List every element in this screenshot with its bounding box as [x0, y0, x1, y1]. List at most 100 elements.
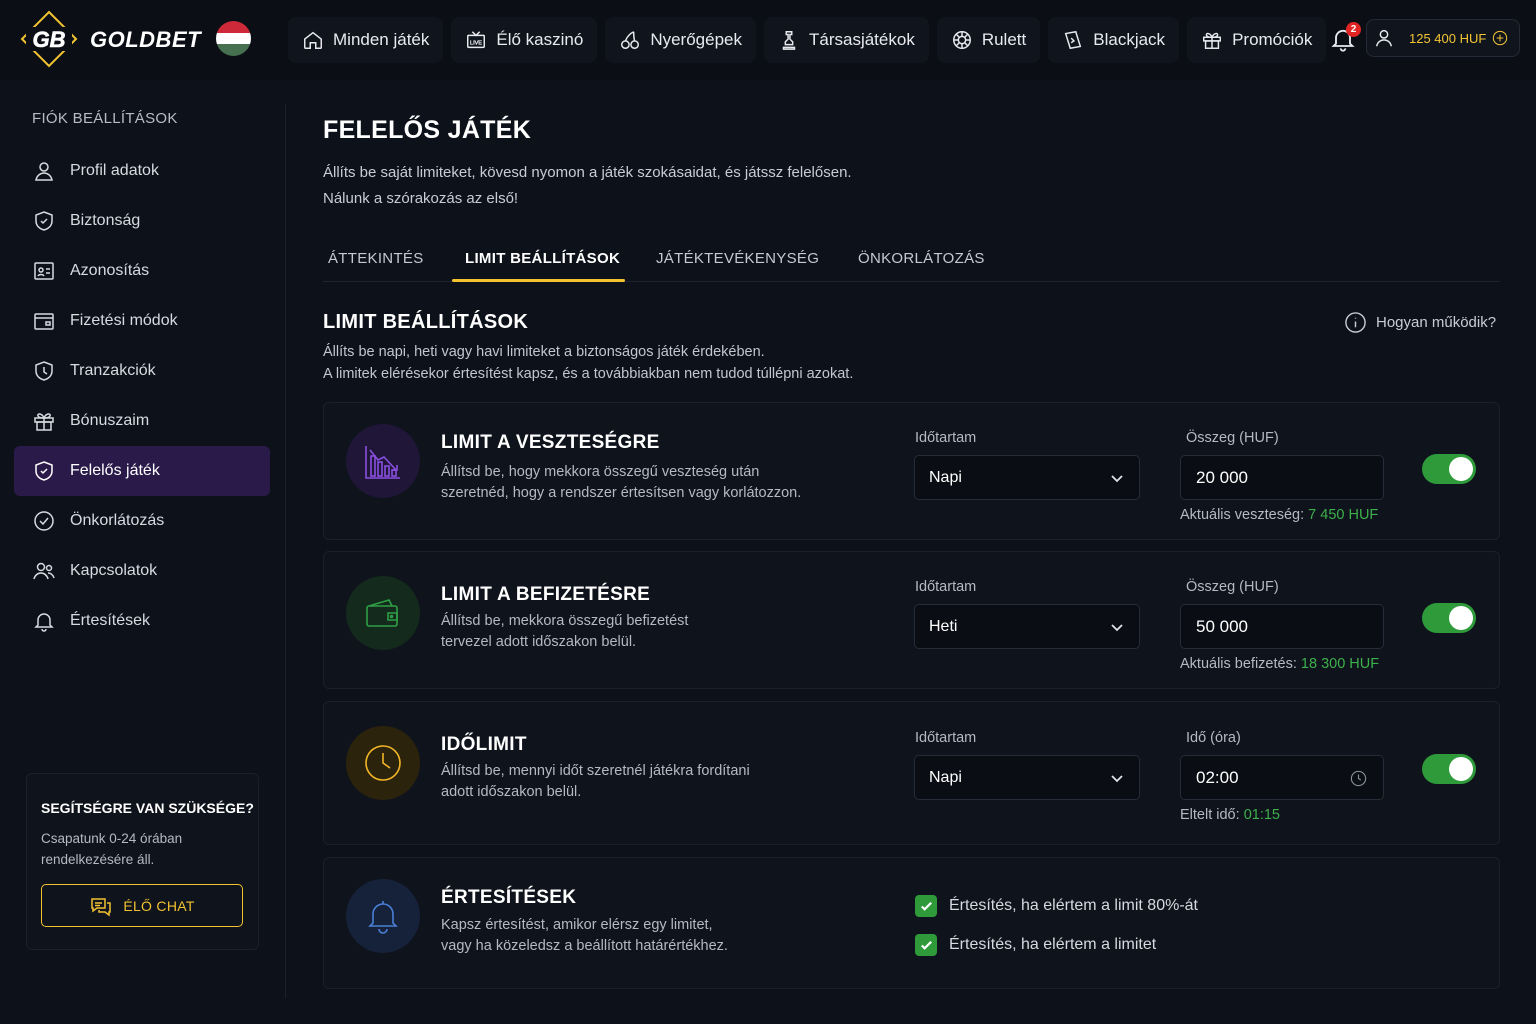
- deposit-limit-toggle[interactable]: [1422, 603, 1476, 633]
- sidebar-item-label: Kapcsolatok: [70, 562, 158, 579]
- svg-text:LIVE: LIVE: [470, 41, 482, 47]
- notifications-title: ÉRTESÍTÉSEK: [441, 887, 577, 908]
- sidebar-item-security[interactable]: Biztonság: [14, 196, 270, 246]
- notifications-card: ÉRTESÍTÉSEK Kapsz értesítést, amikor elé…: [323, 857, 1500, 989]
- nav-blackjack[interactable]: Blackjack: [1048, 17, 1180, 63]
- account-balance-button[interactable]: 125 400 HUF: [1366, 19, 1520, 57]
- sidebar-item-contacts[interactable]: Kapcsolatok: [14, 546, 270, 596]
- deposit-amount-input[interactable]: 50 000: [1180, 604, 1384, 649]
- notify-80-percent-checkbox[interactable]: [915, 895, 937, 917]
- users-icon: [33, 562, 55, 580]
- loss-amount-input[interactable]: 20 000: [1180, 455, 1384, 500]
- time-limit-card: IDŐLIMIT Állítsd be, mennyi időt szeretn…: [323, 701, 1500, 845]
- wallet-icon: [346, 576, 420, 650]
- time-period-value: Napi: [929, 768, 962, 786]
- tab-gaming-activity[interactable]: JÁTÉKTEVÉKENYSÉG: [656, 250, 819, 267]
- tv-icon: LIVE: [467, 31, 486, 49]
- time-limit-toggle[interactable]: [1422, 754, 1476, 784]
- notification-badge: 2: [1346, 22, 1361, 37]
- notify-limit-reached-checkbox[interactable]: [915, 934, 937, 956]
- nav-all-games[interactable]: Minden játék: [288, 17, 444, 63]
- chat-icon: [91, 897, 112, 916]
- sidebar-item-self-exclusion[interactable]: Önkorlátozás: [14, 496, 270, 546]
- time-desc-line1: Állítsd be, mennyi időt szeretnél játékr…: [441, 763, 750, 779]
- nav-label: Promóciók: [1232, 30, 1313, 49]
- brand-logo[interactable]: GB GOLDBET: [20, 10, 201, 68]
- section-description: Állíts be napi, heti vagy havi limiteket…: [323, 341, 853, 385]
- sidebar-item-identification[interactable]: Azonosítás: [14, 246, 270, 296]
- sidebar-item-bonuses[interactable]: Bónuszaim: [14, 396, 270, 446]
- sidebar-item-payment-methods[interactable]: Fizetési módok: [14, 296, 270, 346]
- svg-text:GB: GB: [33, 27, 66, 52]
- nav-promotions[interactable]: Promóciók: [1187, 17, 1327, 63]
- clock-icon[interactable]: [1349, 769, 1368, 788]
- notifications-description: Kapsz értesítést, amikor elérsz egy limi…: [441, 915, 831, 957]
- deposit-current-value: 18 300 HUF: [1300, 656, 1380, 672]
- page-subtitle-line2: Nálunk a szórakozás az első!: [323, 190, 519, 207]
- section-desc-line1: Állíts be napi, heti vagy havi limiteket…: [323, 344, 765, 360]
- chevron-down-icon: [1111, 475, 1123, 483]
- live-chat-label: ÉLŐ CHAT: [123, 897, 195, 914]
- clock-shield-icon: [35, 361, 53, 381]
- balance-amount: 125 400 HUF: [1409, 30, 1487, 46]
- how-it-works-link[interactable]: Hogyan működik?: [1344, 311, 1496, 334]
- check-circle-icon: [34, 511, 54, 531]
- notify-80-percent-label: Értesítés, ha elértem a limit 80%-át: [949, 897, 1198, 914]
- sidebar-item-responsible-gaming[interactable]: Felelős játék: [14, 446, 270, 496]
- loss-desc-line2: szeretnéd, hogy a rendszer értesítsen va…: [441, 485, 802, 501]
- sidebar-item-label: Bónuszaim: [70, 412, 150, 429]
- tab-overview[interactable]: ÁTTEKINTÉS: [328, 250, 424, 267]
- notify-limit-reached-option[interactable]: Értesítés, ha elértem a limitet: [915, 934, 1156, 956]
- sidebar-item-transactions[interactable]: Tranzakciók: [14, 346, 270, 396]
- notify-80-percent-option[interactable]: Értesítés, ha elértem a limit 80%-át: [915, 895, 1198, 917]
- page-subtitle: Állíts be saját limiteket, kövesd nyomon…: [323, 160, 852, 212]
- page-title: FELELŐS JÁTÉK: [323, 116, 532, 144]
- loss-current-meta: Aktuális veszteség: 7 450 HUF: [1180, 507, 1378, 523]
- shield-check-icon: [35, 461, 53, 481]
- home-icon: [304, 31, 322, 49]
- hungary-flag-icon[interactable]: [216, 21, 251, 56]
- deposit-limit-description: Állítsd be, mekkora összegű befizetést t…: [441, 611, 831, 653]
- nav-slots[interactable]: Nyerőgépek: [605, 17, 756, 63]
- section-title: LIMIT BEÁLLÍTÁSOK: [323, 311, 529, 333]
- top-bar: GB GOLDBET Minden játék LIVE Élő kaszinó…: [0, 0, 1536, 80]
- nav-roulette[interactable]: Rulett: [936, 17, 1041, 63]
- time-elapsed-value: 01:15: [1243, 807, 1280, 823]
- notifications-button[interactable]: 2: [1326, 22, 1361, 56]
- nav-table-games[interactable]: Társasjátékok: [764, 17, 929, 63]
- live-chat-button[interactable]: ÉLŐ CHAT: [41, 884, 243, 927]
- wallet-icon: [34, 313, 54, 330]
- how-it-works-label: Hogyan működik?: [1376, 314, 1497, 331]
- clock-icon: [346, 726, 420, 800]
- tab-limit-settings[interactable]: LIMIT BEÁLLÍTÁSOK: [465, 250, 620, 267]
- time-elapsed-meta: Eltelt idő: 01:15: [1180, 807, 1280, 823]
- add-funds-icon[interactable]: [1492, 30, 1508, 46]
- nav-label: Minden játék: [333, 30, 430, 49]
- deposit-current-meta: Aktuális befizetés: 18 300 HUF: [1180, 656, 1379, 672]
- deposit-limit-card: LIMIT A BEFIZETÉSRE Állítsd be, mekkora …: [323, 551, 1500, 689]
- sidebar-item-label: Fizetési módok: [70, 312, 178, 329]
- deposit-period-select[interactable]: Heti: [914, 604, 1140, 649]
- loss-period-select[interactable]: Napi: [914, 455, 1140, 500]
- deposit-limit-title: LIMIT A BEFIZETÉSRE: [441, 584, 651, 605]
- brand-name: GOLDBET: [90, 27, 202, 52]
- sidebar-item-label: Értesítések: [70, 612, 151, 629]
- sidebar-item-profile[interactable]: Profil adatok: [14, 146, 270, 196]
- time-period-select[interactable]: Napi: [914, 755, 1140, 800]
- sidebar-item-notifications[interactable]: Értesítések: [14, 596, 270, 646]
- sidebar-divider: [285, 104, 286, 998]
- time-elapsed-label: Eltelt idő:: [1180, 807, 1240, 823]
- chevron-down-icon: [1111, 624, 1123, 632]
- section-desc-line2: A limitek elérésekor értesítést kapsz, é…: [323, 366, 854, 382]
- nav-label: Blackjack: [1093, 30, 1166, 49]
- loss-limit-toggle[interactable]: [1422, 454, 1476, 484]
- page-subtitle-line1: Állíts be saját limiteket, kövesd nyomon…: [323, 164, 852, 181]
- sidebar-menu: Profil adatok Biztonság Azonosítás Fizet…: [14, 146, 270, 646]
- tab-self-exclusion[interactable]: ÖNKORLÁTOZÁS: [858, 250, 985, 267]
- shield-icon: [35, 211, 53, 231]
- deposit-amount-value: 50 000: [1196, 616, 1248, 636]
- loss-period-label: Időtartam: [915, 430, 977, 446]
- time-hours-input[interactable]: 02:00: [1180, 755, 1384, 800]
- nav-live-casino[interactable]: LIVE Élő kaszinó: [451, 17, 598, 63]
- time-limit-title: IDŐLIMIT: [441, 734, 527, 755]
